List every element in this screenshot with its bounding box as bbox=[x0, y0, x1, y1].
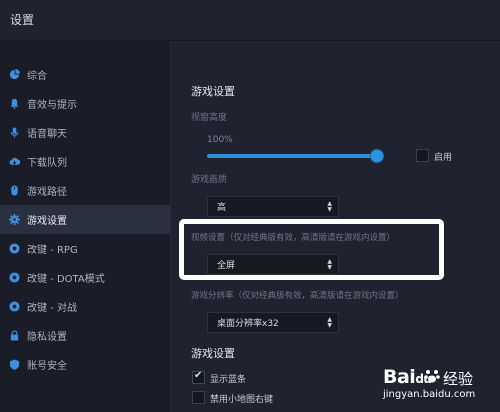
enable-checkbox[interactable] bbox=[416, 149, 429, 162]
slider-fill bbox=[207, 154, 377, 158]
slider-thumb[interactable] bbox=[371, 150, 383, 162]
sidebar-item-label: 账号安全 bbox=[27, 361, 67, 372]
video-select-value: 全屏 bbox=[217, 261, 236, 271]
select-arrows-icon: ▲ ▼ bbox=[327, 258, 332, 271]
quality-select-value: 高 bbox=[217, 203, 227, 213]
enable-label: 启用 bbox=[434, 153, 453, 163]
quality-label: 游戏画质 bbox=[191, 175, 228, 185]
sidebar-item-account-security[interactable]: 账号安全 bbox=[0, 350, 170, 379]
gear-icon bbox=[9, 214, 20, 225]
shield-icon bbox=[9, 359, 20, 370]
sidebar-item-label: 游戏路径 bbox=[27, 187, 67, 198]
gamepad-icon bbox=[9, 272, 20, 283]
sidebar-item-keys-battle[interactable]: 改键 - 对战 bbox=[0, 292, 170, 321]
baidu-watermark: Baidu 经验 jingyan.baidu.com bbox=[383, 364, 493, 410]
brightness-label: 视窗高度 bbox=[191, 113, 228, 123]
sidebar: 综合 音效与提示 语音聊天 下载队列 游戏路径 游戏设置 改键 - RPG 改键… bbox=[0, 41, 171, 412]
gamepad-icon bbox=[9, 301, 20, 312]
sidebar-item-voice[interactable]: 语音聊天 bbox=[0, 118, 170, 147]
show-mana-checkbox[interactable]: ✔ bbox=[192, 370, 205, 384]
sidebar-item-label: 改键 - DOTA模式 bbox=[27, 274, 105, 285]
checkmark-icon: ✔ bbox=[194, 370, 203, 381]
brightness-slider[interactable] bbox=[207, 150, 383, 162]
select-arrows-icon: ▲ ▼ bbox=[327, 316, 332, 329]
cloud-download-icon bbox=[9, 156, 20, 167]
resolution-select[interactable]: 桌面分辨率x32 ▲ ▼ bbox=[207, 312, 339, 333]
video-label: 视频设置（仅对经典版有效，高清版请在游戏内设置） bbox=[191, 233, 396, 243]
watermark-brand: 经验 bbox=[443, 370, 474, 388]
resolution-label: 游戏分辨率（仅对经典版有效，高清版请在游戏内设置） bbox=[191, 291, 404, 301]
video-select[interactable]: 全屏 ▲ ▼ bbox=[207, 254, 339, 275]
section-title: 游戏设置 bbox=[191, 85, 235, 98]
settings-panel: 游戏设置 视窗高度 100% 启用 游戏画质 高 ▲ ▼ 视频设置（仅对经典版有效… bbox=[171, 41, 500, 412]
sidebar-item-label: 隐私设置 bbox=[27, 332, 67, 343]
gamepad-icon bbox=[9, 243, 20, 254]
lock-icon bbox=[9, 330, 20, 341]
resolution-select-value: 桌面分辨率x32 bbox=[217, 319, 279, 329]
window-title: 设置 bbox=[10, 13, 35, 27]
disable-minimap-label: 禁用小地图右键 bbox=[210, 395, 274, 405]
sidebar-item-label: 综合 bbox=[27, 71, 47, 82]
sidebar-item-game-settings[interactable]: 游戏设置 bbox=[0, 205, 170, 234]
brightness-value: 100% bbox=[207, 135, 233, 145]
quality-select[interactable]: 高 ▲ ▼ bbox=[207, 196, 339, 217]
sidebar-item-label: 改键 - 对战 bbox=[27, 303, 77, 314]
section2-title: 游戏设置 bbox=[191, 347, 235, 360]
microphone-icon bbox=[9, 127, 20, 138]
sidebar-item-download[interactable]: 下载队列 bbox=[0, 147, 170, 176]
sidebar-item-label: 游戏设置 bbox=[27, 216, 67, 227]
sidebar-item-label: 改键 - RPG bbox=[27, 245, 78, 256]
sidebar-item-label: 下载队列 bbox=[27, 158, 67, 169]
sidebar-item-keys-rpg[interactable]: 改键 - RPG bbox=[0, 234, 170, 263]
sidebar-item-label: 音效与提示 bbox=[27, 100, 77, 111]
sidebar-item-general[interactable]: 综合 bbox=[0, 60, 170, 89]
watermark-url: jingyan.baidu.com bbox=[383, 389, 476, 400]
mouse-icon bbox=[9, 185, 20, 196]
sidebar-item-sound[interactable]: 音效与提示 bbox=[0, 89, 170, 118]
sidebar-item-game-path[interactable]: 游戏路径 bbox=[0, 176, 170, 205]
title-bar: 设置 bbox=[0, 0, 500, 41]
sidebar-item-privacy[interactable]: 隐私设置 bbox=[0, 321, 170, 350]
disable-minimap-checkbox[interactable] bbox=[192, 391, 205, 404]
show-mana-label: 显示蓝条 bbox=[210, 375, 247, 385]
sidebar-item-keys-dota[interactable]: 改键 - DOTA模式 bbox=[0, 263, 170, 292]
sidebar-item-label: 语音聊天 bbox=[27, 129, 67, 140]
bell-icon bbox=[9, 98, 20, 109]
pie-chart-icon bbox=[9, 69, 20, 80]
paw-icon bbox=[424, 370, 440, 383]
select-arrows-icon: ▲ ▼ bbox=[327, 200, 332, 213]
